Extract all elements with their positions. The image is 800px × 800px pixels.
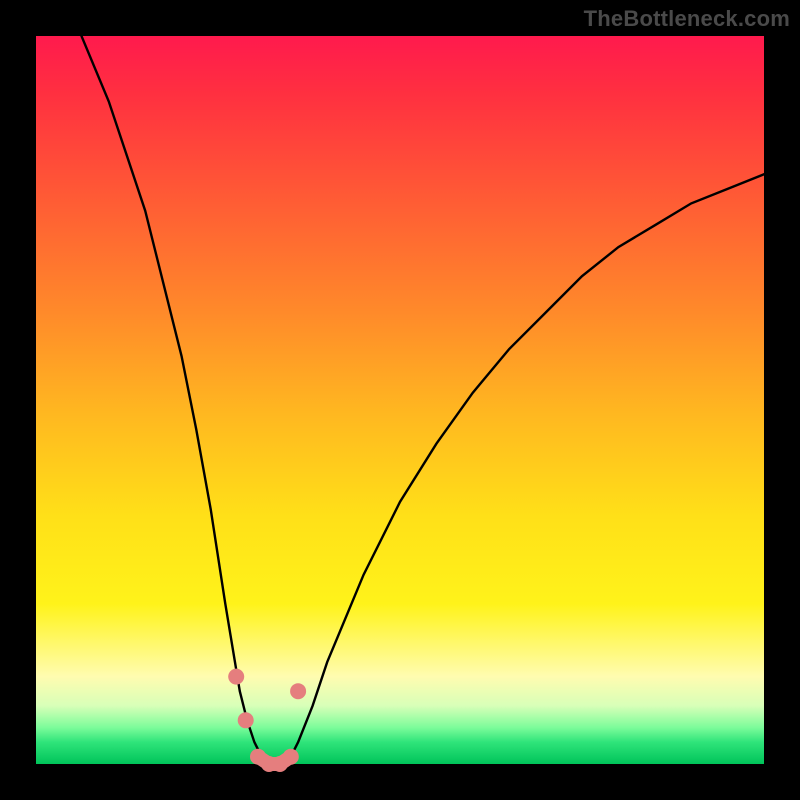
- watermark-text: TheBottleneck.com: [584, 6, 790, 32]
- highlight-dot: [238, 712, 254, 728]
- plot-area: [36, 36, 764, 764]
- highlight-dots: [228, 669, 306, 772]
- highlight-dot: [290, 683, 306, 699]
- chart-frame: TheBottleneck.com: [0, 0, 800, 800]
- bottleneck-curve: [72, 14, 800, 764]
- chart-svg: [36, 36, 764, 764]
- highlight-dot: [283, 749, 299, 765]
- highlight-dot: [228, 669, 244, 685]
